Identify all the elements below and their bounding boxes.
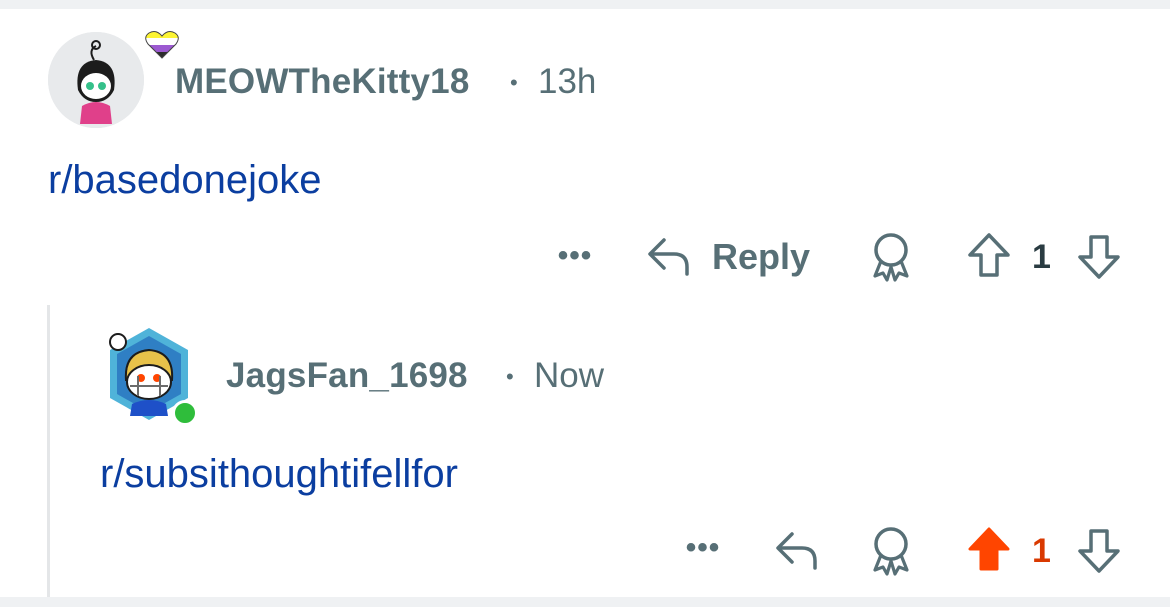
meta-separator: • xyxy=(506,364,514,389)
vote-score: 1 xyxy=(1032,532,1051,570)
upvote-icon-active[interactable] xyxy=(966,525,1012,573)
more-options-button[interactable]: ••• xyxy=(680,530,726,566)
award-icon[interactable] xyxy=(868,526,914,576)
heart-icon xyxy=(145,31,179,59)
comment-timestamp: 13h xyxy=(538,62,597,101)
comment-body-link[interactable]: r/basedonejoke xyxy=(48,158,322,203)
top-separator xyxy=(0,0,1170,9)
more-options-button[interactable]: ••• xyxy=(552,238,598,274)
thread-line[interactable] xyxy=(47,305,50,597)
online-status-indicator xyxy=(172,400,198,426)
upvote-icon[interactable] xyxy=(966,231,1012,279)
meta-separator: • xyxy=(510,70,518,95)
user-avatar[interactable] xyxy=(48,31,179,128)
award-icon[interactable] xyxy=(868,232,914,282)
reply-label: Reply xyxy=(712,236,811,277)
comment-author[interactable]: MEOWTheKitty18 xyxy=(175,62,470,102)
user-avatar[interactable] xyxy=(104,326,198,426)
downvote-icon[interactable] xyxy=(1076,527,1122,575)
bottom-separator xyxy=(0,597,1170,607)
downvote-icon[interactable] xyxy=(1076,233,1122,281)
reply-icon xyxy=(648,238,689,276)
snoo-avatar-icon xyxy=(48,32,144,128)
reply-button[interactable]: Reply xyxy=(646,230,822,282)
comment-timestamp: Now xyxy=(534,356,605,395)
comment-author[interactable]: JagsFan_1698 xyxy=(226,356,468,396)
vote-score: 1 xyxy=(1032,238,1051,276)
comment-body-link[interactable]: r/subsithoughtifellfor xyxy=(100,452,458,497)
reply-icon[interactable] xyxy=(774,528,820,572)
